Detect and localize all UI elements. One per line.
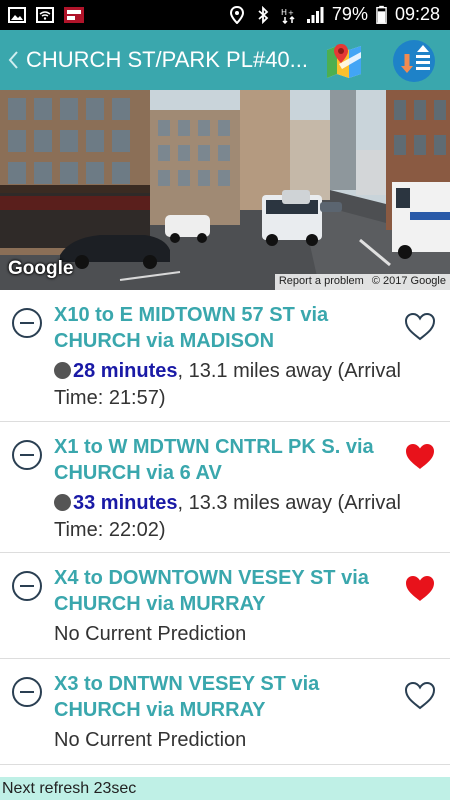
chevron-left-icon[interactable] (4, 46, 22, 74)
route-name: X3 to DNTWN VESEY ST via CHURCH via MURR… (54, 673, 320, 721)
wifi-icon (36, 7, 54, 23)
clock: 09:28 (394, 4, 440, 24)
location-icon (229, 5, 244, 24)
heart-outline-icon[interactable] (404, 312, 436, 342)
app-icon (64, 7, 84, 23)
route-prediction: 28 minutes, 13.1 miles away (Arrival Tim… (54, 358, 444, 412)
route-name: X10 to E MIDTOWN 57 ST via CHURCH via MA… (54, 304, 329, 352)
sort-button[interactable] (393, 40, 435, 82)
status-dot-icon (54, 362, 71, 379)
copyright-text: © 2017 Google (371, 275, 446, 287)
route-prediction: No Current Prediction (54, 729, 247, 751)
list-item[interactable]: X4 to DOWNTOWN VESEY ST via CHURCH via M… (0, 553, 450, 659)
route-list: X10 to E MIDTOWN 57 ST via CHURCH via MA… (0, 290, 450, 765)
route-prediction: No Current Prediction (54, 623, 247, 645)
list-item[interactable]: X3 to DNTWN VESEY ST via CHURCH via MURR… (0, 659, 450, 765)
minus-circle-icon[interactable] (12, 308, 42, 338)
google-logo: Google (8, 258, 74, 279)
heart-filled-icon[interactable] (404, 574, 436, 604)
image-icon (8, 7, 26, 23)
refresh-countdown: Next refresh 23sec (0, 777, 450, 800)
signal-icon (306, 6, 324, 23)
google-maps-icon[interactable] (325, 42, 363, 80)
report-problem-link[interactable]: Report a problem (279, 275, 364, 289)
status-bar: H + 79% 09:28 (0, 0, 450, 30)
route-prediction: 33 minutes, 13.3 miles away (Arrival Tim… (54, 490, 444, 544)
bluetooth-icon (258, 5, 269, 24)
minutes-away: 33 minutes (73, 492, 178, 514)
minutes-away: 28 minutes (73, 360, 178, 382)
svg-text:H: H (281, 8, 287, 17)
battery-percent: 79% (331, 4, 368, 24)
attribution-bar: Report a problem © 2017 Google (274, 274, 450, 290)
battery-icon (376, 5, 387, 24)
heart-filled-icon[interactable] (404, 442, 436, 472)
route-name: X1 to W MDTWN CNTRL PK S. via CHURCH via… (54, 436, 374, 484)
minus-circle-icon[interactable] (12, 440, 42, 470)
street-view-image[interactable]: Google Report a problem © 2017 Google (0, 90, 450, 290)
minus-circle-icon[interactable] (12, 571, 42, 601)
list-item[interactable]: X1 to W MDTWN CNTRL PK S. via CHURCH via… (0, 422, 450, 553)
list-item[interactable]: X10 to E MIDTOWN 57 ST via CHURCH via MA… (0, 290, 450, 422)
minus-circle-icon[interactable] (12, 677, 42, 707)
route-name: X4 to DOWNTOWN VESEY ST via CHURCH via M… (54, 567, 369, 615)
app-bar: CHURCH ST/PARK PL#40... (0, 30, 450, 90)
heart-outline-icon[interactable] (404, 681, 436, 711)
status-dot-icon (54, 494, 71, 511)
sort-arrows-icon (401, 45, 430, 73)
svg-text:+: + (288, 9, 294, 17)
stop-title: CHURCH ST/PARK PL#40... (26, 47, 309, 72)
network-icon: H + (281, 8, 295, 24)
